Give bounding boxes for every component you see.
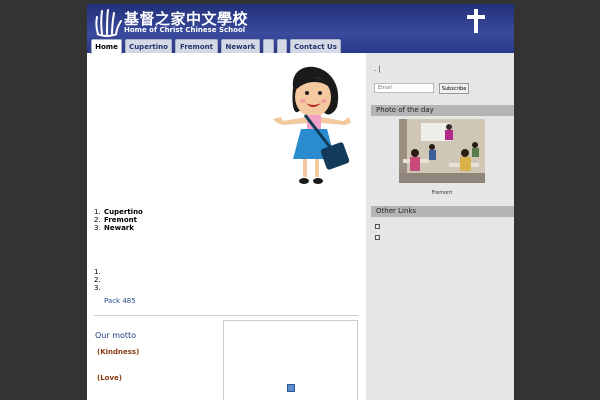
other-link-item[interactable]	[375, 235, 475, 241]
tab-contact-us[interactable]: Contact Us	[290, 39, 341, 53]
branch-fremont[interactable]: Fremont	[104, 216, 137, 224]
tab-fremont[interactable]: Fremont	[175, 39, 218, 53]
motto-title: Our motto	[95, 331, 137, 340]
motto-love: (Love)	[97, 374, 122, 382]
cross-icon	[467, 9, 485, 33]
tab-cupertino[interactable]: Cupertino	[125, 39, 172, 53]
list-number: 3.	[94, 224, 101, 232]
photo-heading: Photo of the day	[371, 105, 514, 116]
branch-cupertino[interactable]: Cupertino	[104, 208, 143, 216]
broken-image-icon	[287, 384, 295, 392]
embedded-frame	[223, 320, 358, 400]
divider	[94, 315, 358, 316]
branch-list: 1. Cupertino 2. Fremont 3. Newark	[94, 208, 143, 232]
list-item: 3. Newark	[94, 224, 143, 232]
page: 基督之家中文學校 Home of Christ Chinese School H…	[87, 4, 514, 400]
links-heading: Other Links	[371, 206, 514, 217]
tab-newark[interactable]: Newark	[221, 39, 260, 53]
list-number: 3.	[94, 284, 101, 292]
list-item: 2.	[94, 276, 104, 284]
tab-home[interactable]: Home	[91, 39, 122, 54]
list-number: 1.	[94, 208, 101, 216]
tab-blank-1[interactable]	[263, 39, 274, 53]
pack-link[interactable]: Pack 485	[104, 297, 136, 305]
list-number: 2.	[94, 216, 101, 224]
other-link-item[interactable]	[375, 224, 475, 230]
girl-mascot-illustration	[273, 66, 351, 184]
sidebar: . | Subscribe Photo of the day	[366, 53, 514, 400]
email-field[interactable]	[374, 83, 434, 93]
photo-caption: Fremont	[431, 190, 453, 196]
secondary-list: 1. 2. 3.	[94, 268, 104, 292]
list-item: 1. Cupertino	[94, 208, 143, 216]
motto-kindness: (Kindness)	[97, 348, 140, 356]
list-number: 1.	[94, 268, 101, 276]
list-item: 3.	[94, 284, 104, 292]
main-content: 1. Cupertino 2. Fremont 3. Newark 1. 2. 3. …	[87, 53, 366, 400]
photo-of-the-day[interactable]	[399, 119, 485, 183]
list-item: 2. Fremont	[94, 216, 143, 224]
classroom-photo-image	[399, 119, 485, 183]
branch-newark[interactable]: Newark	[104, 224, 134, 232]
tab-blank-2[interactable]	[277, 39, 287, 53]
site-header: 基督之家中文學校 Home of Christ Chinese School H…	[87, 4, 514, 54]
list-item: 1.	[94, 268, 104, 276]
bullet-icon	[375, 224, 380, 229]
hand-logo-icon	[95, 9, 122, 37]
list-number: 2.	[94, 276, 101, 284]
subscribe-button[interactable]: Subscribe	[439, 83, 469, 94]
bullet-icon	[375, 235, 380, 240]
site-title-english: Home of Christ Chinese School	[124, 26, 246, 34]
sidebar-top-text: . |	[374, 65, 381, 73]
